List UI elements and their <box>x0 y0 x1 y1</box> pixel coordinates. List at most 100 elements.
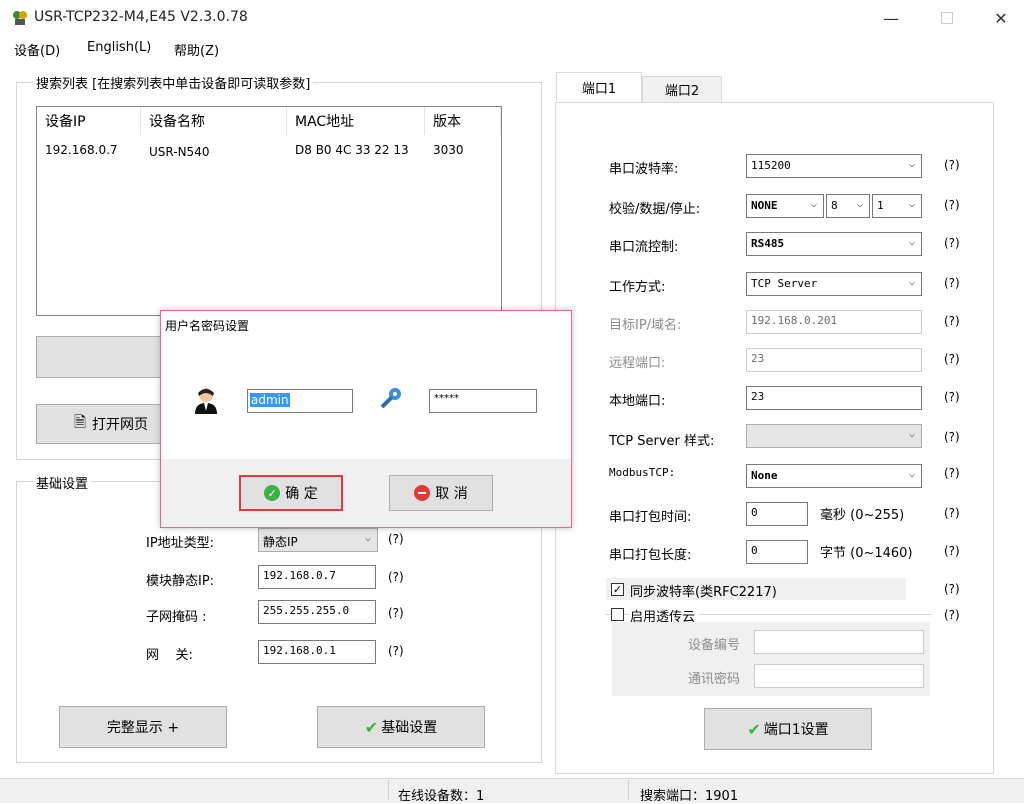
gateway-label: 网 关: <box>146 648 193 663</box>
mode-label: 工作方式: <box>609 280 666 295</box>
sync-baud-label: 同步波特率(类RFC2217) <box>630 585 777 600</box>
check-icon: ✔ <box>747 719 761 739</box>
ip-type-value: 静态IP <box>263 535 298 549</box>
cell-version: 3030 <box>433 143 464 157</box>
mode-value: TCP Server <box>751 277 818 290</box>
close-icon: ✕ <box>994 8 1008 28</box>
column-mac[interactable]: MAC地址 <box>287 107 425 135</box>
pack-time-input[interactable]: 0 <box>746 502 808 526</box>
modbus-help[interactable]: (?) <box>944 466 960 480</box>
column-device-name[interactable]: 设备名称 <box>141 107 287 135</box>
pack-time-help[interactable]: (?) <box>944 506 960 520</box>
username-input[interactable]: admin <box>247 389 353 413</box>
basic-settings-label: 基础设置 <box>381 720 438 736</box>
pack-len-help[interactable]: (?) <box>944 544 960 558</box>
status-bar <box>0 778 1024 803</box>
credentials-dialog: 用户名密码设置 admin ***** ✓ 确 定 取 消 <box>160 310 572 528</box>
subnet-help[interactable]: (?) <box>388 606 404 620</box>
status-separator <box>628 780 629 800</box>
minimize-icon: — <box>883 8 899 28</box>
menu-device[interactable]: 设备(D) <box>14 40 60 59</box>
baud-value: 115200 <box>751 159 791 172</box>
window-title: USR-TCP232-M4,E45 V2.3.0.78 <box>34 9 248 25</box>
databits-select[interactable]: 8 ⌵ <box>826 194 870 218</box>
chevron-down-icon: ⌵ <box>856 199 863 210</box>
maximize-button[interactable] <box>924 0 970 36</box>
dialog-title: 用户名密码设置 <box>165 319 250 333</box>
modbus-select[interactable]: None ⌵ <box>746 464 922 488</box>
ip-type-label: IP地址类型: <box>146 536 215 551</box>
local-port-input[interactable]: 23 <box>746 386 922 410</box>
checkmark-icon: ✓ <box>612 583 623 596</box>
cloud-help[interactable]: (?) <box>944 608 960 622</box>
remote-port-help[interactable]: (?) <box>944 352 960 366</box>
column-version[interactable]: 版本 <box>425 107 501 135</box>
tab-port2[interactable]: 端口2 <box>642 76 722 102</box>
basic-settings-title: 基础设置 <box>33 473 92 492</box>
sync-baud-checkbox[interactable]: ✓ <box>611 583 624 596</box>
static-ip-input[interactable]: 192.168.0.7 <box>258 565 376 589</box>
mode-select[interactable]: TCP Server ⌵ <box>746 272 922 296</box>
flow-help[interactable]: (?) <box>944 236 960 250</box>
password-input[interactable]: ***** <box>429 389 537 413</box>
pack-time-unit: 毫秒 (0~255) <box>820 508 905 523</box>
chevron-down-icon: ⌵ <box>810 199 817 210</box>
ip-type-select[interactable]: 静态IP ⌵ <box>258 528 378 552</box>
column-device-ip[interactable]: 设备IP <box>37 107 141 135</box>
pack-len-unit: 字节 (0~1460) <box>820 546 913 561</box>
ok-button[interactable]: ✓ 确 定 <box>239 475 343 511</box>
table-row[interactable]: 192.168.0.7 USR-N540 D8 B0 4C 33 22 13 3… <box>37 135 501 161</box>
basic-settings-button[interactable]: ✔ 基础设置 <box>317 706 485 748</box>
menu-english[interactable]: English(L) <box>87 40 151 55</box>
gateway-input[interactable]: 192.168.0.1 <box>258 640 376 664</box>
static-ip-help[interactable]: (?) <box>388 570 404 584</box>
sync-baud-help[interactable]: (?) <box>944 582 960 596</box>
baud-select[interactable]: 115200 ⌵ <box>746 154 922 178</box>
server-style-help[interactable]: (?) <box>944 430 960 444</box>
device-list[interactable]: 设备IP 设备名称 MAC地址 版本 192.168.0.7 USR-N540 … <box>36 106 502 316</box>
remote-port-input[interactable]: 23 <box>746 348 922 372</box>
gateway-help[interactable]: (?) <box>388 644 404 658</box>
check-label: 校验/数据/停止: <box>609 202 701 217</box>
target-input[interactable]: 192.168.0.201 <box>746 310 922 334</box>
close-button[interactable]: ✕ <box>978 0 1024 36</box>
chevron-down-icon: ⌵ <box>908 277 915 288</box>
tab-port1[interactable]: 端口1 <box>556 72 642 102</box>
menu-help[interactable]: 帮助(Z) <box>174 40 219 59</box>
parity-select[interactable]: NONE ⌵ <box>746 194 824 218</box>
port1-settings-label: 端口1设置 <box>763 722 829 738</box>
local-port-help[interactable]: (?) <box>944 390 960 404</box>
ok-icon: ✓ <box>264 485 281 501</box>
baud-help[interactable]: (?) <box>944 158 960 172</box>
cancel-button[interactable]: 取 消 <box>389 475 493 511</box>
maximize-icon <box>941 12 953 24</box>
mode-help[interactable]: (?) <box>944 276 960 290</box>
cell-ip: 192.168.0.7 <box>45 143 118 157</box>
minimize-button[interactable]: — <box>868 0 914 36</box>
target-help[interactable]: (?) <box>944 314 960 328</box>
server-style-select[interactable]: ⌵ <box>746 424 922 448</box>
title-bar: USR-TCP232-M4,E45 V2.3.0.78 — ✕ <box>0 0 1024 36</box>
open-web-label: 打开网页 <box>92 417 149 433</box>
stopbits-select[interactable]: 1 ⌵ <box>872 194 922 218</box>
search-list-title: 搜索列表 [在搜索列表中单击设备即可读取参数] <box>33 73 314 92</box>
check-icon: ✔ <box>364 717 379 737</box>
cloud-checkbox[interactable] <box>611 608 624 621</box>
full-display-button[interactable]: 完整显示 + <box>59 706 227 748</box>
subnet-input[interactable]: 255.255.255.0 <box>258 600 376 624</box>
port1-settings-button[interactable]: ✔ 端口1设置 <box>704 708 872 750</box>
ip-type-help[interactable]: (?) <box>388 532 404 546</box>
dialog-footer <box>161 459 571 527</box>
flow-select[interactable]: RS485 ⌵ <box>746 232 922 256</box>
device-no-label: 设备编号 <box>688 638 741 653</box>
status-separator <box>388 780 389 800</box>
chevron-down-icon: ⌵ <box>364 533 371 544</box>
check-help[interactable]: (?) <box>944 198 960 212</box>
databits-value: 8 <box>831 199 838 212</box>
pack-len-input[interactable]: 0 <box>746 540 808 564</box>
comm-pwd-input[interactable] <box>754 664 924 688</box>
username-value: admin <box>250 393 290 407</box>
device-no-input[interactable] <box>754 630 924 654</box>
online-count: 在线设备数：1 <box>398 789 485 804</box>
app-icon <box>13 11 27 25</box>
